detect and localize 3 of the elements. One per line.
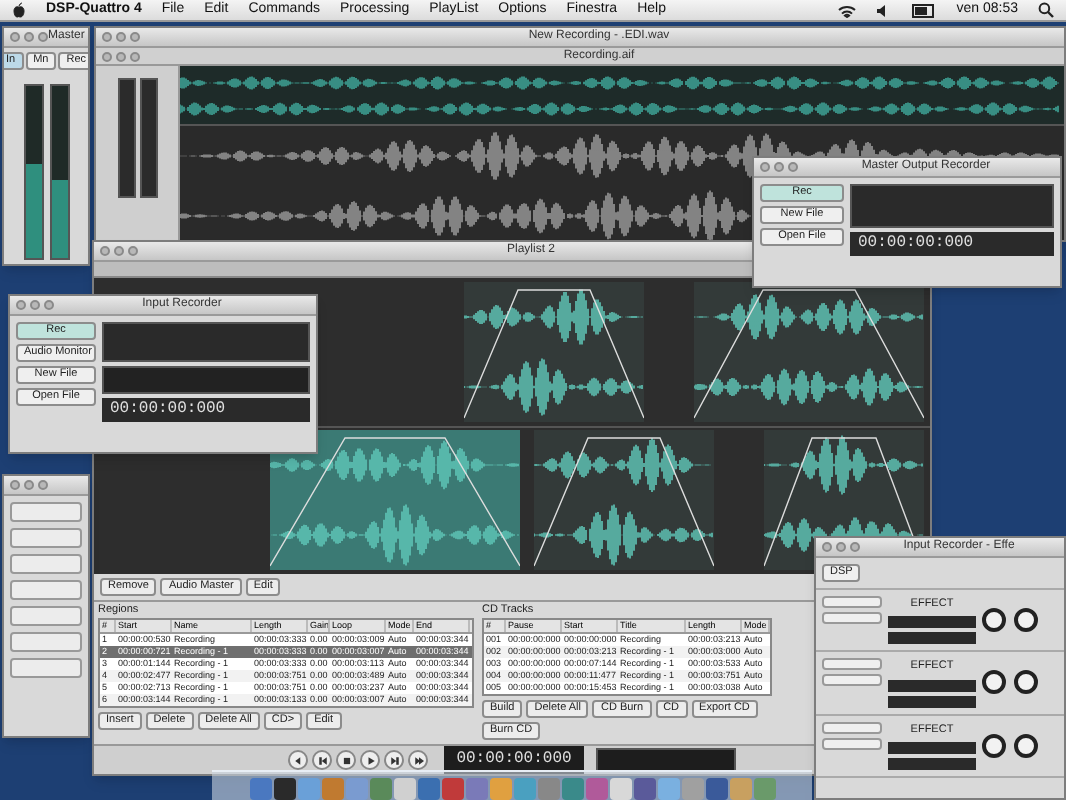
time-display: 00:00:00:000 bbox=[444, 746, 584, 774]
time-display: 00:00:00:000 bbox=[850, 232, 1054, 256]
time-display: 00:00:00:000 bbox=[102, 398, 310, 422]
